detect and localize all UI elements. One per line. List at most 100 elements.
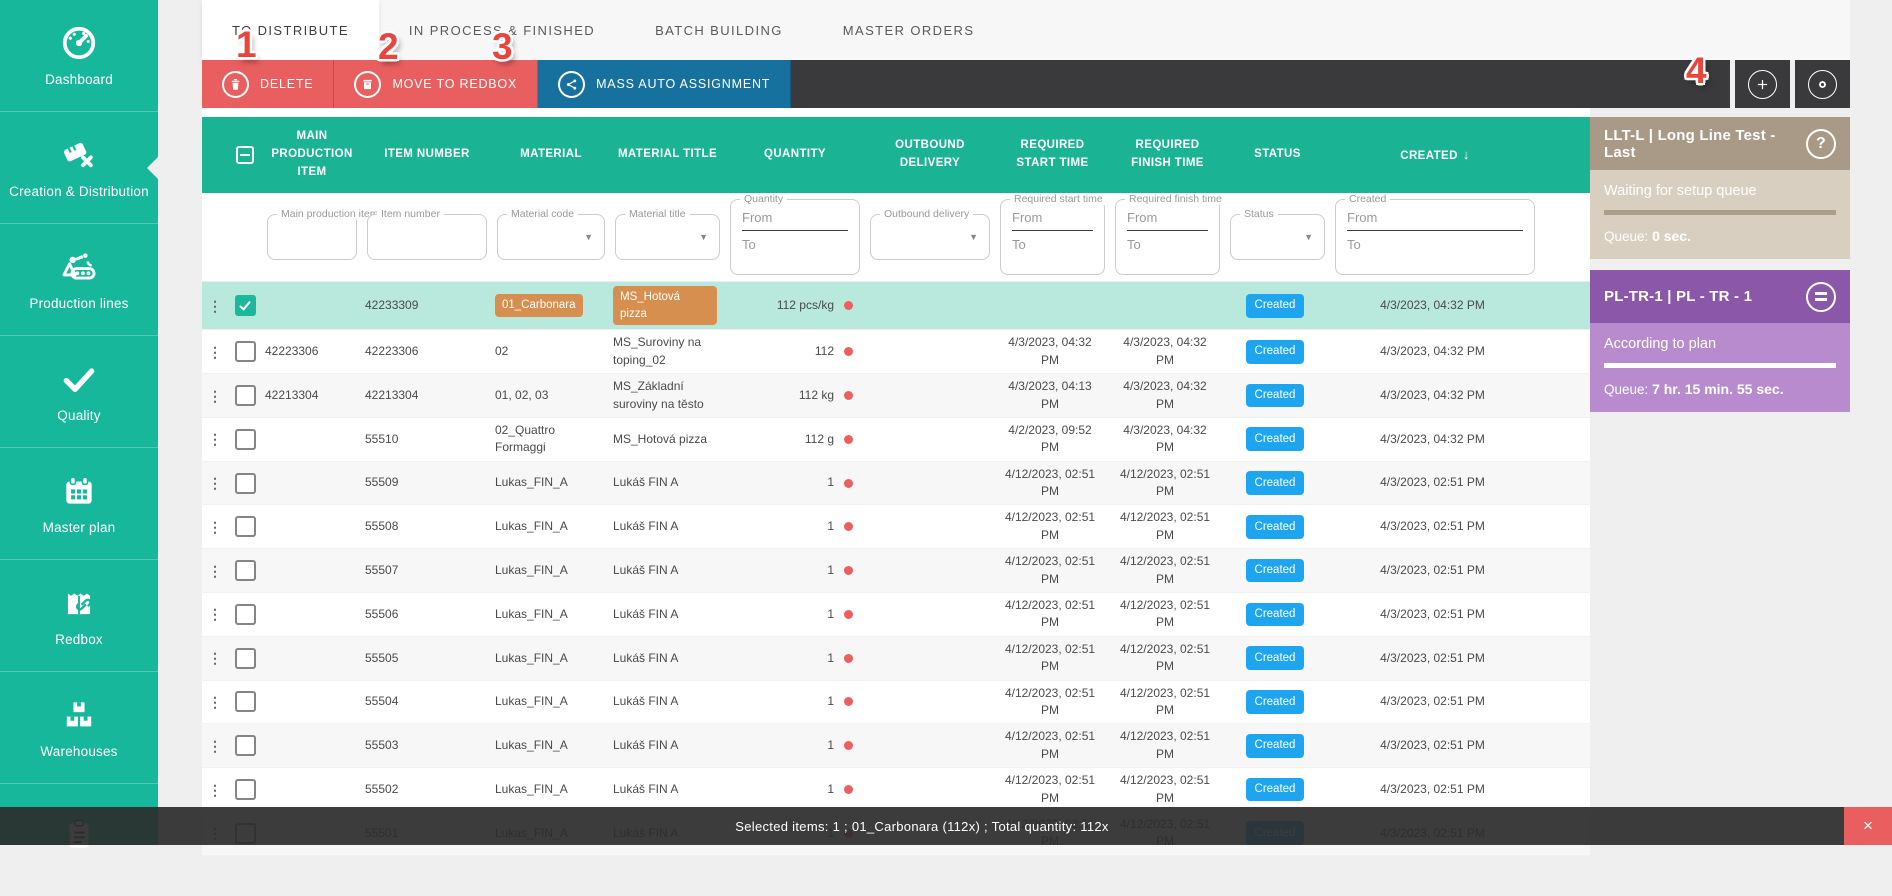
row-menu-icon[interactable]: ⋮ <box>202 299 228 313</box>
row-menu-icon[interactable]: ⋮ <box>202 476 228 490</box>
cell-item-number: 55504 <box>362 689 492 714</box>
row-checkbox[interactable] <box>228 295 262 316</box>
filter-created[interactable]: Created <box>1335 199 1535 275</box>
tab-to-distribute[interactable]: TO DISTRIBUTE <box>202 0 379 60</box>
column-header-material[interactable]: MATERIAL <box>492 146 610 164</box>
close-selection-button[interactable]: × <box>1844 807 1892 845</box>
filter-from-input[interactable] <box>742 210 848 231</box>
column-header-quantity[interactable]: QUANTITY <box>725 146 865 164</box>
row-checkbox[interactable] <box>228 779 262 800</box>
cell-required-finish-time <box>1110 302 1225 310</box>
delete-button[interactable]: DELETE <box>202 60 334 108</box>
line-card[interactable]: PL-TR-1 | PL - TR - 1 According to plan … <box>1590 270 1850 412</box>
menu-icon[interactable] <box>1806 282 1836 312</box>
filter-to-input[interactable] <box>1347 237 1523 252</box>
table-row[interactable]: ⋮ 55506 Lukas_FIN_A Lukáš FIN A 1 4/12/2… <box>202 593 1590 637</box>
filter-material-title[interactable]: Material title▼ <box>615 214 720 260</box>
sidebar-item-master-plan[interactable]: Master plan <box>0 448 158 560</box>
row-menu-icon[interactable]: ⋮ <box>202 607 228 621</box>
row-checkbox[interactable] <box>228 516 262 537</box>
table-row[interactable]: ⋮ 42233309 01_Carbonara MS_Hotová pizza … <box>202 282 1590 330</box>
filter-to-input[interactable] <box>742 237 848 252</box>
filter-input[interactable] <box>268 215 356 259</box>
table-row[interactable]: ⋮ 55510 02_Quattro Formaggi MS_Hotová pi… <box>202 418 1590 462</box>
cell-item-number: 55503 <box>362 733 492 758</box>
settings-button[interactable] <box>1795 60 1850 108</box>
row-menu-icon[interactable]: ⋮ <box>202 651 228 665</box>
column-header-item-number[interactable]: ITEM NUMBER <box>362 146 492 164</box>
move-to-redbox-button[interactable]: MOVE TO REDBOX <box>334 60 538 108</box>
sidebar-item-dashboard[interactable]: Dashboard <box>0 0 158 112</box>
filter-required-start-time[interactable]: Required start time <box>1000 199 1105 275</box>
sidebar-item-label: Master plan <box>39 520 120 535</box>
row-checkbox[interactable] <box>228 560 262 581</box>
cell-quantity: 112 pcs/kg <box>725 293 865 318</box>
filter-main-production-item[interactable]: Main production item <box>267 214 357 260</box>
column-header-required-finish-time[interactable]: REQUIRED FINISH TIME <box>1110 137 1225 173</box>
filter-outbound-delivery[interactable]: Outbound delivery▼ <box>870 214 990 260</box>
row-menu-icon[interactable]: ⋮ <box>202 520 228 534</box>
question-icon[interactable]: ? <box>1806 129 1836 159</box>
filter-from-input[interactable] <box>1347 210 1523 231</box>
row-checkbox[interactable] <box>228 604 262 625</box>
cell-material: Lukas_FIN_A <box>492 777 610 802</box>
filter-to-input[interactable] <box>1127 237 1208 252</box>
sidebar-item-redbox[interactable]: Redbox <box>0 560 158 672</box>
table-row[interactable]: ⋮ 55509 Lukas_FIN_A Lukáš FIN A 1 4/12/2… <box>202 462 1590 506</box>
row-menu-icon[interactable]: ⋮ <box>202 695 228 709</box>
sidebar-item-creation-distribution[interactable]: Creation & Distribution <box>0 112 158 224</box>
row-menu-icon[interactable]: ⋮ <box>202 739 228 753</box>
filter-required-finish-time[interactable]: Required finish time <box>1115 199 1220 275</box>
cell-quantity: 1 <box>725 689 865 714</box>
sidebar-item-quality[interactable]: Quality <box>0 336 158 448</box>
filter-quantity[interactable]: Quantity <box>730 199 860 275</box>
table-row[interactable]: ⋮ 55507 Lukas_FIN_A Lukáš FIN A 1 4/12/2… <box>202 549 1590 593</box>
cell-outbound-delivery <box>865 435 995 443</box>
line-card[interactable]: LLT-L | Long Line Test - Last ? Waiting … <box>1590 117 1850 259</box>
filter-material-code[interactable]: Material code▼ <box>497 214 605 260</box>
add-button[interactable] <box>1735 60 1790 108</box>
sidebar-item-label: Quality <box>53 408 104 423</box>
table-row[interactable]: ⋮ 55505 Lukas_FIN_A Lukáš FIN A 1 4/12/2… <box>202 637 1590 681</box>
filter-input[interactable] <box>368 215 486 259</box>
row-menu-icon[interactable]: ⋮ <box>202 345 228 359</box>
row-menu-icon[interactable]: ⋮ <box>202 432 228 446</box>
row-menu-icon[interactable]: ⋮ <box>202 564 228 578</box>
filter-status[interactable]: Status▼ <box>1230 214 1325 260</box>
table-row[interactable]: ⋮ 55502 Lukas_FIN_A Lukáš FIN A 1 4/12/2… <box>202 768 1590 812</box>
column-header-outbound-delivery[interactable]: OUTBOUND DELIVERY <box>865 137 995 173</box>
column-header-main-production-item[interactable]: MAIN PRODUCTION ITEM <box>262 128 362 181</box>
column-header-material-title[interactable]: MATERIAL TITLE <box>610 146 725 164</box>
row-checkbox[interactable] <box>228 385 262 406</box>
cell-required-start-time: 4/12/2023, 02:51 PM <box>995 637 1110 680</box>
row-checkbox[interactable] <box>228 691 262 712</box>
sidebar-item-warehouses[interactable]: Warehouses <box>0 672 158 784</box>
tab-batch-building[interactable]: BATCH BUILDING <box>625 0 813 60</box>
column-header-status[interactable]: STATUS <box>1225 146 1330 164</box>
row-checkbox[interactable] <box>228 429 262 450</box>
column-header-created[interactable]: CREATED↓ <box>1330 145 1540 166</box>
cell-quantity: 1 <box>725 602 865 627</box>
filter-from-input[interactable] <box>1012 210 1093 231</box>
filter-from-input[interactable] <box>1127 210 1208 231</box>
row-menu-icon[interactable]: ⋮ <box>202 783 228 797</box>
row-checkbox[interactable] <box>228 473 262 494</box>
table-row[interactable]: ⋮ 55504 Lukas_FIN_A Lukáš FIN A 1 4/12/2… <box>202 681 1590 725</box>
filter-to-input[interactable] <box>1012 237 1093 252</box>
row-checkbox[interactable] <box>228 735 262 756</box>
row-checkbox[interactable] <box>228 648 262 669</box>
table-row[interactable]: ⋮ 42213304 42213304 01, 02, 03 MS_Základ… <box>202 374 1590 418</box>
filter-item-number[interactable]: Item number <box>367 214 487 260</box>
mass-auto-assignment-button[interactable]: MASS AUTO ASSIGNMENT <box>538 60 791 108</box>
table-row[interactable]: ⋮ 42223306 42223306 02 MS_Suroviny na to… <box>202 330 1590 374</box>
table-row[interactable]: ⋮ 55508 Lukas_FIN_A Lukáš FIN A 1 4/12/2… <box>202 505 1590 549</box>
row-checkbox[interactable] <box>228 341 262 362</box>
select-all-checkbox[interactable] <box>228 146 262 164</box>
table-row[interactable]: ⋮ 55503 Lukas_FIN_A Lukáš FIN A 1 4/12/2… <box>202 724 1590 768</box>
row-menu-icon[interactable]: ⋮ <box>202 389 228 403</box>
sidebar-item-production-lines[interactable]: Production lines <box>0 224 158 336</box>
cell-required-finish-time: 4/3/2023, 04:32 PM <box>1110 418 1225 461</box>
cell-required-finish-time: 4/12/2023, 02:51 PM <box>1110 768 1225 811</box>
column-header-required-start-time[interactable]: REQUIRED START TIME <box>995 137 1110 173</box>
tab-master-orders[interactable]: MASTER ORDERS <box>813 0 1005 60</box>
